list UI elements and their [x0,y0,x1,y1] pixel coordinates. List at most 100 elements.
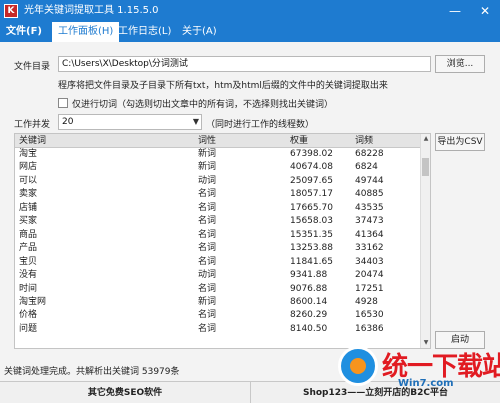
table-row[interactable]: 买家 名词 15658.03 37473 [15,215,420,228]
cell-pos: 名词 [198,283,217,294]
cell-frequency: 43535 [355,202,384,213]
cell-pos: 新词 [198,149,217,159]
file-dir-label: 文件目录 [14,62,51,72]
file-dir-input[interactable]: C:\Users\X\Desktop\分词测试 [58,56,431,72]
table-header: 关键词 词性 权重 词频 [15,134,420,148]
scroll-up-icon[interactable]: ▲ [421,134,430,144]
cell-keyword: 店铺 [19,202,38,213]
minimize-button[interactable]: — [440,0,470,22]
other-seo-software-button[interactable]: 其它免费SEO软件 [0,382,250,403]
status-text: 关键词处理完成。共解析出关键词 53979条 [4,367,180,377]
export-csv-button[interactable]: 导出为CSV [435,133,485,151]
scroll-thumb[interactable] [422,158,429,177]
cell-keyword: 卖家 [19,189,38,200]
cell-frequency: 20474 [355,270,384,281]
column-header-keyword[interactable]: 关键词 [19,134,46,148]
cell-keyword: 问题 [19,323,38,334]
cell-keyword: 没有 [19,270,38,281]
table-row[interactable]: 淘宝网 新词 8600.14 4928 [15,296,420,309]
cell-weight: 15351.35 [290,229,333,240]
concurrency-hint: （同时进行工作的线程数） [206,120,315,130]
cell-keyword: 价格 [19,310,38,321]
cell-keyword: 产品 [19,243,38,254]
watermark-url: Win7.com [398,378,454,389]
cell-pos: 动词 [198,270,217,281]
cell-weight: 25097.65 [290,175,333,186]
tab-work-log[interactable]: 工作日志(L) [112,22,177,42]
column-header-frequency[interactable]: 词频 [355,134,373,148]
table-row[interactable]: 产品 名词 13253.88 33162 [15,242,420,255]
table-row[interactable]: 网店 新词 40674.08 6824 [15,161,420,174]
cell-frequency: 34403 [355,256,384,267]
menu-file[interactable]: 文件(F) [0,22,48,42]
cell-pos: 名词 [198,189,217,200]
cell-frequency: 6824 [355,162,378,173]
keyword-table[interactable]: 关键词 词性 权重 词频 淘宝 新词 67398.02 68228 网店 新词 40674.… [14,133,431,349]
cell-keyword: 网店 [19,162,38,173]
cell-weight: 13253.88 [290,243,333,254]
table-row[interactable]: 价格 名词 8260.29 16530 [15,309,420,322]
cell-pos: 动词 [198,175,217,186]
cell-weight: 15658.03 [290,216,333,227]
cell-frequency: 4928 [355,296,378,307]
watermark-logo-icon [338,346,378,386]
concurrency-select[interactable]: 20 ▼ [58,114,202,130]
cell-frequency: 16530 [355,310,384,321]
cell-pos: 新词 [198,296,217,307]
chevron-down-icon: ▼ [192,117,199,126]
table-row[interactable]: 问题 名词 8140.50 16386 [15,323,420,336]
cell-frequency: 33162 [355,243,384,254]
cell-pos: 名词 [198,256,217,267]
tab-work-panel[interactable]: 工作面板(H) [52,22,120,42]
browse-button[interactable]: 浏览... [435,55,485,73]
cell-frequency: 68228 [355,149,384,159]
cell-frequency: 41364 [355,229,384,240]
cell-weight: 40674.08 [290,162,333,173]
column-header-weight[interactable]: 权重 [290,134,308,148]
cell-pos: 名词 [198,310,217,321]
concurrency-label: 工作并发 [14,120,51,130]
table-row[interactable]: 没有 动词 9341.88 20474 [15,269,420,282]
vertical-scrollbar[interactable]: ▲ ▼ [420,134,430,348]
cell-weight: 8140.50 [290,323,328,334]
table-row[interactable]: 商品 名词 15351.35 41364 [15,229,420,242]
only-segment-label: 仅进行切词（勾选则切出文章中的所有词，不选择则找出关键词） [72,100,334,110]
cell-weight: 11841.65 [290,256,333,267]
cell-frequency: 16386 [355,323,384,334]
cell-pos: 名词 [198,216,217,227]
only-segment-checkbox[interactable] [58,98,68,108]
concurrency-value: 20 [62,117,74,127]
cell-weight: 18057.17 [290,189,333,200]
table-row[interactable]: 店铺 名词 17665.70 43535 [15,202,420,215]
cell-keyword: 宝贝 [19,256,38,267]
cell-keyword: 淘宝网 [19,296,47,307]
app-icon: K [4,4,18,18]
cell-frequency: 40885 [355,189,384,200]
cell-weight: 8260.29 [290,310,328,321]
tab-about[interactable]: 关于(A) [176,22,223,42]
close-button[interactable]: ✕ [470,0,500,22]
cell-frequency: 37473 [355,216,384,227]
cell-keyword: 淘宝 [19,149,38,159]
cell-weight: 67398.02 [290,149,333,159]
table-row[interactable]: 淘宝 新词 67398.02 68228 [15,148,420,161]
cell-weight: 8600.14 [290,296,328,307]
title-bar: K 光年关键词提取工具 1.15.5.0 — ✕ [0,0,500,22]
table-row[interactable]: 时间 名词 9076.88 17251 [15,283,420,296]
cell-weight: 9341.88 [290,270,328,281]
table-row[interactable]: 可以 动词 25097.65 49744 [15,175,420,188]
cell-keyword: 时间 [19,283,38,294]
table-row[interactable]: 卖家 名词 18057.17 40885 [15,188,420,201]
cell-weight: 17665.70 [290,202,333,213]
cell-pos: 名词 [198,202,217,213]
column-header-pos[interactable]: 词性 [198,134,216,148]
table-row[interactable]: 宝贝 名词 11841.65 34403 [15,256,420,269]
watermark-logo-dot [350,358,366,374]
menu-bar: 文件(F) 工作面板(H) 工作日志(L) 关于(A) [0,22,500,42]
cell-keyword: 买家 [19,216,38,227]
window-title: 光年关键词提取工具 1.15.5.0 [24,5,159,16]
cell-pos: 名词 [198,243,217,254]
cell-keyword: 可以 [19,175,38,186]
watermark: 统一下载站 Win7.com [338,344,500,399]
hint-text: 程序将把文件目录及子目录下所有txt，htm及html后缀的文件中的关键词提取出… [58,81,388,91]
